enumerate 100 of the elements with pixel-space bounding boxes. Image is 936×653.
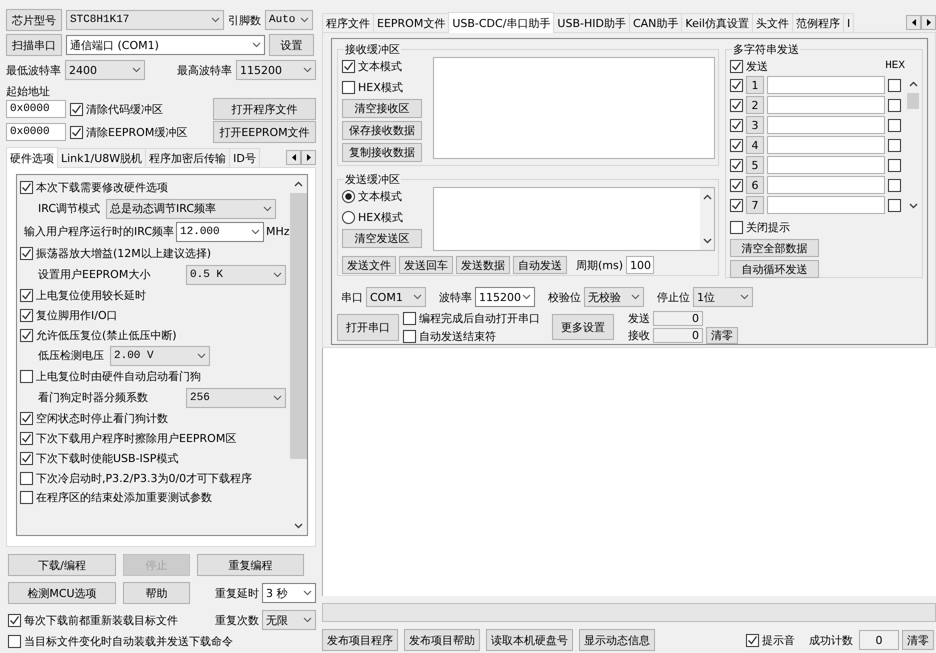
dropdown[interactable]: COM1 xyxy=(366,287,426,307)
dropdown[interactable]: STC8H1K17 xyxy=(66,10,224,30)
dropdown[interactable]: 总是动态调节IRC频率 xyxy=(106,198,276,219)
dropdown[interactable]: 无限 xyxy=(262,610,316,630)
button[interactable]: 设置 xyxy=(269,34,314,56)
button[interactable]: 重复编程 xyxy=(197,554,304,576)
dropdown[interactable]: 3 秒 xyxy=(262,583,316,603)
button[interactable]: 下载/编程 xyxy=(8,554,116,576)
checkbox[interactable] xyxy=(730,60,743,72)
checkbox[interactable] xyxy=(342,80,355,94)
checkbox[interactable] xyxy=(730,78,743,92)
checkbox[interactable] xyxy=(70,102,83,116)
button[interactable]: 更多设置 xyxy=(552,314,614,340)
tab-scroll-button[interactable] xyxy=(301,150,316,164)
tab[interactable]: ID号 xyxy=(229,148,260,167)
checkbox[interactable] xyxy=(8,634,21,648)
tab-scroll-button[interactable] xyxy=(921,14,936,30)
checkbox[interactable] xyxy=(888,178,901,192)
text-field[interactable] xyxy=(767,196,885,214)
checkbox[interactable] xyxy=(888,138,901,152)
text-field[interactable] xyxy=(767,96,885,114)
checkbox[interactable] xyxy=(403,330,416,342)
button[interactable]: 发送数据 xyxy=(456,256,510,274)
checkbox[interactable] xyxy=(20,370,33,384)
dropdown[interactable]: 通信端口 (COM1) xyxy=(66,35,265,55)
button[interactable]: 清空发送区 xyxy=(342,229,422,248)
button[interactable]: 1 xyxy=(746,76,764,94)
button[interactable]: 自动发送 xyxy=(513,256,567,274)
button[interactable]: 扫描串口 xyxy=(6,34,62,56)
dropdown[interactable]: Auto xyxy=(265,10,313,30)
button[interactable]: 6 xyxy=(746,176,764,194)
button[interactable]: 显示动态信息 xyxy=(579,629,655,651)
button[interactable]: 读取本机硬盘号 xyxy=(486,629,573,651)
tab-scroll-button[interactable] xyxy=(906,14,921,30)
checkbox[interactable] xyxy=(730,118,743,132)
checkbox[interactable] xyxy=(403,312,416,324)
checkbox[interactable] xyxy=(730,158,743,172)
button[interactable]: 自动循环发送 xyxy=(730,260,819,278)
text-field[interactable] xyxy=(767,156,885,174)
dropdown[interactable]: 0.5 K xyxy=(186,264,286,285)
tab[interactable]: 范例程序 xyxy=(792,13,844,32)
button[interactable]: 清空接收区 xyxy=(342,99,422,118)
checkbox[interactable] xyxy=(888,78,901,92)
dropdown[interactable]: 1位 xyxy=(693,287,753,307)
checkbox[interactable] xyxy=(20,452,33,465)
tab[interactable]: Keil仿真设置 xyxy=(681,13,753,32)
checkbox[interactable] xyxy=(20,472,33,485)
dropdown[interactable]: 无校验 xyxy=(584,287,644,307)
checkbox[interactable] xyxy=(746,634,759,646)
text-field[interactable] xyxy=(767,76,885,94)
dropdown[interactable]: 256 xyxy=(186,388,286,408)
button[interactable]: 3 xyxy=(746,116,764,134)
radio-button[interactable] xyxy=(342,190,355,202)
button[interactable]: 7 xyxy=(746,196,764,214)
radio-button[interactable] xyxy=(342,210,355,224)
button[interactable]: 检测MCU选项 xyxy=(8,582,116,604)
button[interactable]: 发布项目帮助 xyxy=(404,629,480,651)
up-chevron-icon[interactable] xyxy=(294,181,303,187)
dropdown[interactable]: 12.000 xyxy=(176,222,264,242)
address-field[interactable]: 0x0000 xyxy=(6,100,66,118)
down-chevron-icon[interactable] xyxy=(702,238,712,244)
button[interactable]: 打开程序文件 xyxy=(213,98,316,120)
scroll-thumb[interactable] xyxy=(290,193,307,459)
tab[interactable]: I xyxy=(842,13,854,32)
checkbox[interactable] xyxy=(70,126,83,138)
checkbox[interactable] xyxy=(20,181,33,194)
dropdown[interactable]: 2400 xyxy=(65,60,145,80)
text-field[interactable] xyxy=(767,176,885,194)
scrollbar[interactable] xyxy=(700,188,714,250)
button[interactable]: 4 xyxy=(746,136,764,154)
checkbox[interactable] xyxy=(20,412,33,426)
checkbox[interactable] xyxy=(730,98,743,112)
tab[interactable]: 程序加密后传输 xyxy=(145,148,230,167)
checkbox[interactable] xyxy=(730,220,743,234)
checkbox[interactable] xyxy=(342,60,355,72)
button[interactable]: 发布项目程序 xyxy=(322,629,398,651)
checkbox[interactable] xyxy=(20,491,33,504)
button[interactable]: 清零 xyxy=(902,630,934,650)
button[interactable]: 清零 xyxy=(706,327,738,344)
scroll-thumb[interactable] xyxy=(907,93,919,109)
period-field[interactable]: 100 xyxy=(626,256,654,274)
button[interactable]: 2 xyxy=(746,96,764,114)
text-field[interactable] xyxy=(767,116,885,134)
checkbox[interactable] xyxy=(730,138,743,152)
button[interactable]: 打开串口 xyxy=(337,314,399,340)
down-chevron-icon[interactable] xyxy=(294,523,303,529)
button[interactable]: 复制接收数据 xyxy=(342,143,422,162)
dropdown[interactable]: 115200 xyxy=(236,60,316,80)
up-chevron-icon[interactable] xyxy=(702,194,712,200)
text-field[interactable] xyxy=(767,136,885,154)
checkbox[interactable] xyxy=(730,198,743,212)
checkbox[interactable] xyxy=(888,198,901,212)
tab-scroll-button[interactable] xyxy=(286,150,301,164)
button[interactable]: 清空全部数据 xyxy=(730,239,819,257)
checkbox[interactable] xyxy=(888,118,901,132)
down-chevron-icon[interactable] xyxy=(908,203,918,209)
button[interactable]: 5 xyxy=(746,156,764,174)
checkbox[interactable] xyxy=(730,178,743,192)
button[interactable]: 发送文件 xyxy=(342,256,396,274)
dropdown[interactable]: 115200 xyxy=(475,287,535,307)
